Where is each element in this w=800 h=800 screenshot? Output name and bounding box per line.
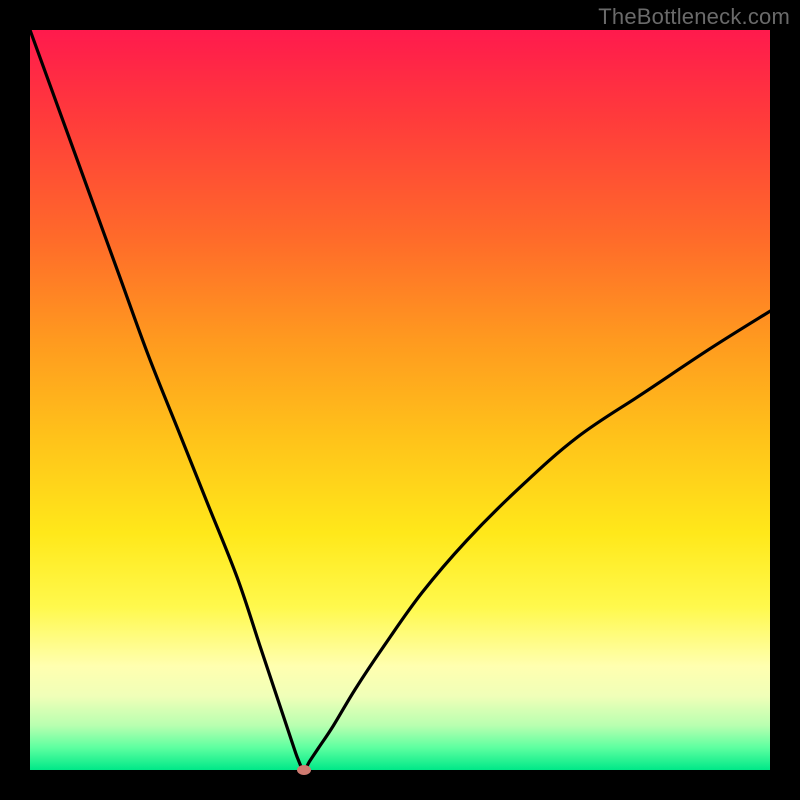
plot-area xyxy=(30,30,770,770)
bottleneck-curve xyxy=(30,30,770,770)
minimum-marker xyxy=(297,765,311,775)
curve-svg xyxy=(30,30,770,770)
watermark-text: TheBottleneck.com xyxy=(598,4,790,30)
chart-frame: TheBottleneck.com xyxy=(0,0,800,800)
